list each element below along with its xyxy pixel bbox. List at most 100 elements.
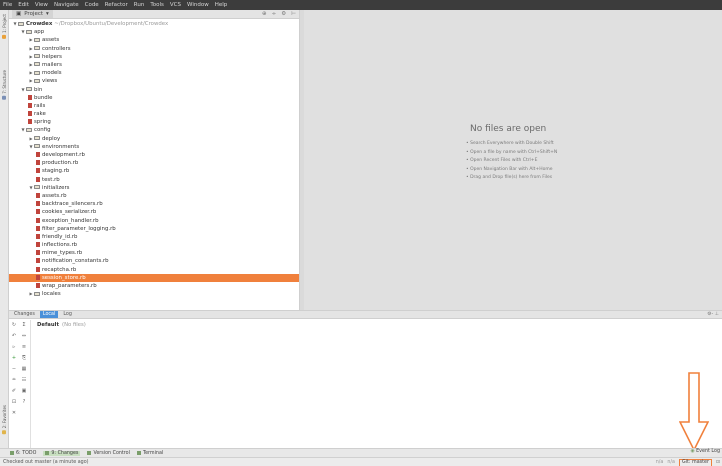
- menu-item-navigate[interactable]: Navigate: [54, 2, 79, 8]
- commit-icon[interactable]: Σ: [21, 322, 27, 328]
- tree-file[interactable]: test.rb: [9, 176, 299, 184]
- tree-file[interactable]: notification_constants.rb: [9, 257, 299, 265]
- bottom-tab-version-control[interactable]: Version Control: [87, 451, 130, 456]
- git-branch-label: Git: master: [681, 460, 709, 465]
- wrench-icon[interactable]: ✐: [11, 388, 17, 394]
- tree-file[interactable]: bundle: [9, 94, 299, 102]
- tree-file[interactable]: staging.rb: [9, 167, 299, 175]
- tree-file[interactable]: session_store.rb: [9, 273, 299, 282]
- ruby-file-icon: [36, 233, 40, 239]
- project-path: ~/Dropbox/Ubuntu/Development/Crowdex: [54, 21, 169, 27]
- tree-item-label: mailers: [42, 61, 62, 68]
- tree-item-label: notification_constants.rb: [42, 258, 109, 265]
- ruby-file-icon: [36, 250, 40, 256]
- tree-file[interactable]: production.rb: [9, 159, 299, 167]
- project-icon: [2, 34, 7, 39]
- tree-file[interactable]: wrap_parameters.rb: [9, 282, 299, 290]
- tree-file[interactable]: spring: [9, 118, 299, 126]
- event-log-tab[interactable]: ◉ Event Log: [690, 449, 720, 454]
- tab-local[interactable]: Local: [39, 311, 59, 318]
- bottom-tab-9-changes[interactable]: 9: Changes: [43, 450, 81, 456]
- collapse-icon[interactable]: ÷: [272, 11, 277, 17]
- menu-item-tools[interactable]: Tools: [150, 2, 164, 8]
- tree-file[interactable]: recaptcha.rb: [9, 266, 299, 274]
- ruby-file-icon: [36, 258, 40, 264]
- menu-item-edit[interactable]: Edit: [18, 2, 29, 8]
- tree-folder[interactable]: ▼ app: [9, 28, 299, 36]
- tree-folder[interactable]: ▶ controllers: [9, 45, 299, 53]
- tree-file[interactable]: inflections.rb: [9, 241, 299, 249]
- refresh-icon[interactable]: ↻: [11, 322, 17, 328]
- folder-icon: [34, 78, 40, 83]
- menu-item-help[interactable]: Help: [215, 2, 228, 8]
- changelist-default[interactable]: Default (No files): [37, 322, 86, 328]
- git-branch-widget[interactable]: Git: master: [678, 458, 712, 466]
- menu-item-vcs[interactable]: VCS: [170, 2, 181, 8]
- tree-file[interactable]: development.rb: [9, 151, 299, 159]
- changes-panel-settings[interactable]: ⚙- ⊥: [707, 312, 719, 317]
- menu-item-view[interactable]: View: [35, 2, 48, 8]
- project-view-selector[interactable]: ▣ Project ▾: [12, 10, 53, 18]
- tree-file[interactable]: exception_handler.rb: [9, 217, 299, 225]
- add-icon[interactable]: +: [11, 355, 17, 361]
- copy-icon[interactable]: ⎘: [21, 355, 27, 361]
- editor-hint: • Search Everywhere with Double Shift: [466, 141, 554, 146]
- shelve-icon[interactable]: ≡: [21, 344, 27, 350]
- tab-log[interactable]: Log: [60, 311, 75, 318]
- tree-file[interactable]: friendly_id.rb: [9, 233, 299, 241]
- bottom-tab-6-todo[interactable]: 6: TODO: [10, 451, 36, 456]
- tree-folder[interactable]: ▼ Crowdex ~/Dropbox/Ubuntu/Development/Cro…: [9, 20, 299, 28]
- tree-folder[interactable]: ▼ config: [9, 126, 299, 134]
- tree-folder[interactable]: ▶ helpers: [9, 53, 299, 61]
- move-icon[interactable]: ▹: [11, 344, 17, 350]
- help-icon[interactable]: ?: [21, 399, 27, 405]
- tree-folder[interactable]: ▼ bin: [9, 86, 299, 94]
- ruby-file-icon: [28, 119, 32, 125]
- lock-icon[interactable]: ⊡: [716, 460, 720, 465]
- tree-file[interactable]: rake: [9, 110, 299, 118]
- tree-file[interactable]: assets.rb: [9, 192, 299, 200]
- tree-folder[interactable]: ▶ locales: [9, 290, 299, 298]
- expand-icon[interactable]: ≐: [11, 377, 17, 383]
- tree-file[interactable]: rails: [9, 102, 299, 110]
- ruby-file-icon: [36, 168, 40, 174]
- remove-icon[interactable]: −: [11, 366, 17, 372]
- hide-icon[interactable]: ⊢: [291, 11, 296, 17]
- structure-tool-label: 7: Structure: [2, 70, 7, 94]
- tree-folder[interactable]: ▶ views: [9, 77, 299, 85]
- tree-scrollbar[interactable]: [300, 10, 304, 310]
- grid-icon[interactable]: ▦: [21, 366, 27, 372]
- group-icon[interactable]: ☷: [21, 377, 27, 383]
- tree-file[interactable]: filter_parameter_logging.rb: [9, 225, 299, 233]
- close-icon[interactable]: ✕: [11, 410, 17, 416]
- menu-item-file[interactable]: File: [3, 2, 12, 8]
- event-log-icon: ◉: [690, 449, 695, 454]
- project-tool-tab[interactable]: 1: Project: [1, 14, 8, 39]
- locate-icon[interactable]: ⊕: [262, 11, 267, 17]
- tree-file[interactable]: mime_types.rb: [9, 249, 299, 257]
- ruby-file-icon: [36, 266, 40, 272]
- tree-file[interactable]: cookies_serializer.rb: [9, 208, 299, 216]
- favorites-tool-tab[interactable]: 2: Favorites: [1, 405, 8, 435]
- menu-item-window[interactable]: Window: [187, 2, 209, 8]
- structure-tool-tab[interactable]: 7: Structure: [1, 70, 8, 100]
- tree-folder[interactable]: ▼ initializers: [9, 184, 299, 192]
- tree-folder[interactable]: ▶ deploy: [9, 135, 299, 143]
- tree-folder[interactable]: ▶ assets: [9, 36, 299, 44]
- structure-icon: [2, 95, 7, 100]
- menu-item-code[interactable]: Code: [85, 2, 99, 8]
- bottom-tab-terminal[interactable]: Terminal: [136, 451, 163, 456]
- rollback-icon[interactable]: ↶: [11, 333, 17, 339]
- tree-item-label: config: [34, 127, 51, 134]
- tree-folder[interactable]: ▼ environments: [9, 143, 299, 151]
- tree-folder[interactable]: ▶ models: [9, 69, 299, 77]
- menu-item-run[interactable]: Run: [134, 2, 145, 8]
- tree-folder[interactable]: ▶ mailers: [9, 61, 299, 69]
- diff-icon[interactable]: ⇔: [21, 333, 27, 339]
- menu-item-refactor[interactable]: Refactor: [105, 2, 128, 8]
- tab-changes[interactable]: Changes: [11, 311, 38, 318]
- gear-icon[interactable]: ⚙: [281, 11, 286, 17]
- lock-icon[interactable]: ⊡: [11, 399, 17, 405]
- preview-icon[interactable]: ▣: [21, 388, 27, 394]
- tree-file[interactable]: backtrace_silencers.rb: [9, 200, 299, 208]
